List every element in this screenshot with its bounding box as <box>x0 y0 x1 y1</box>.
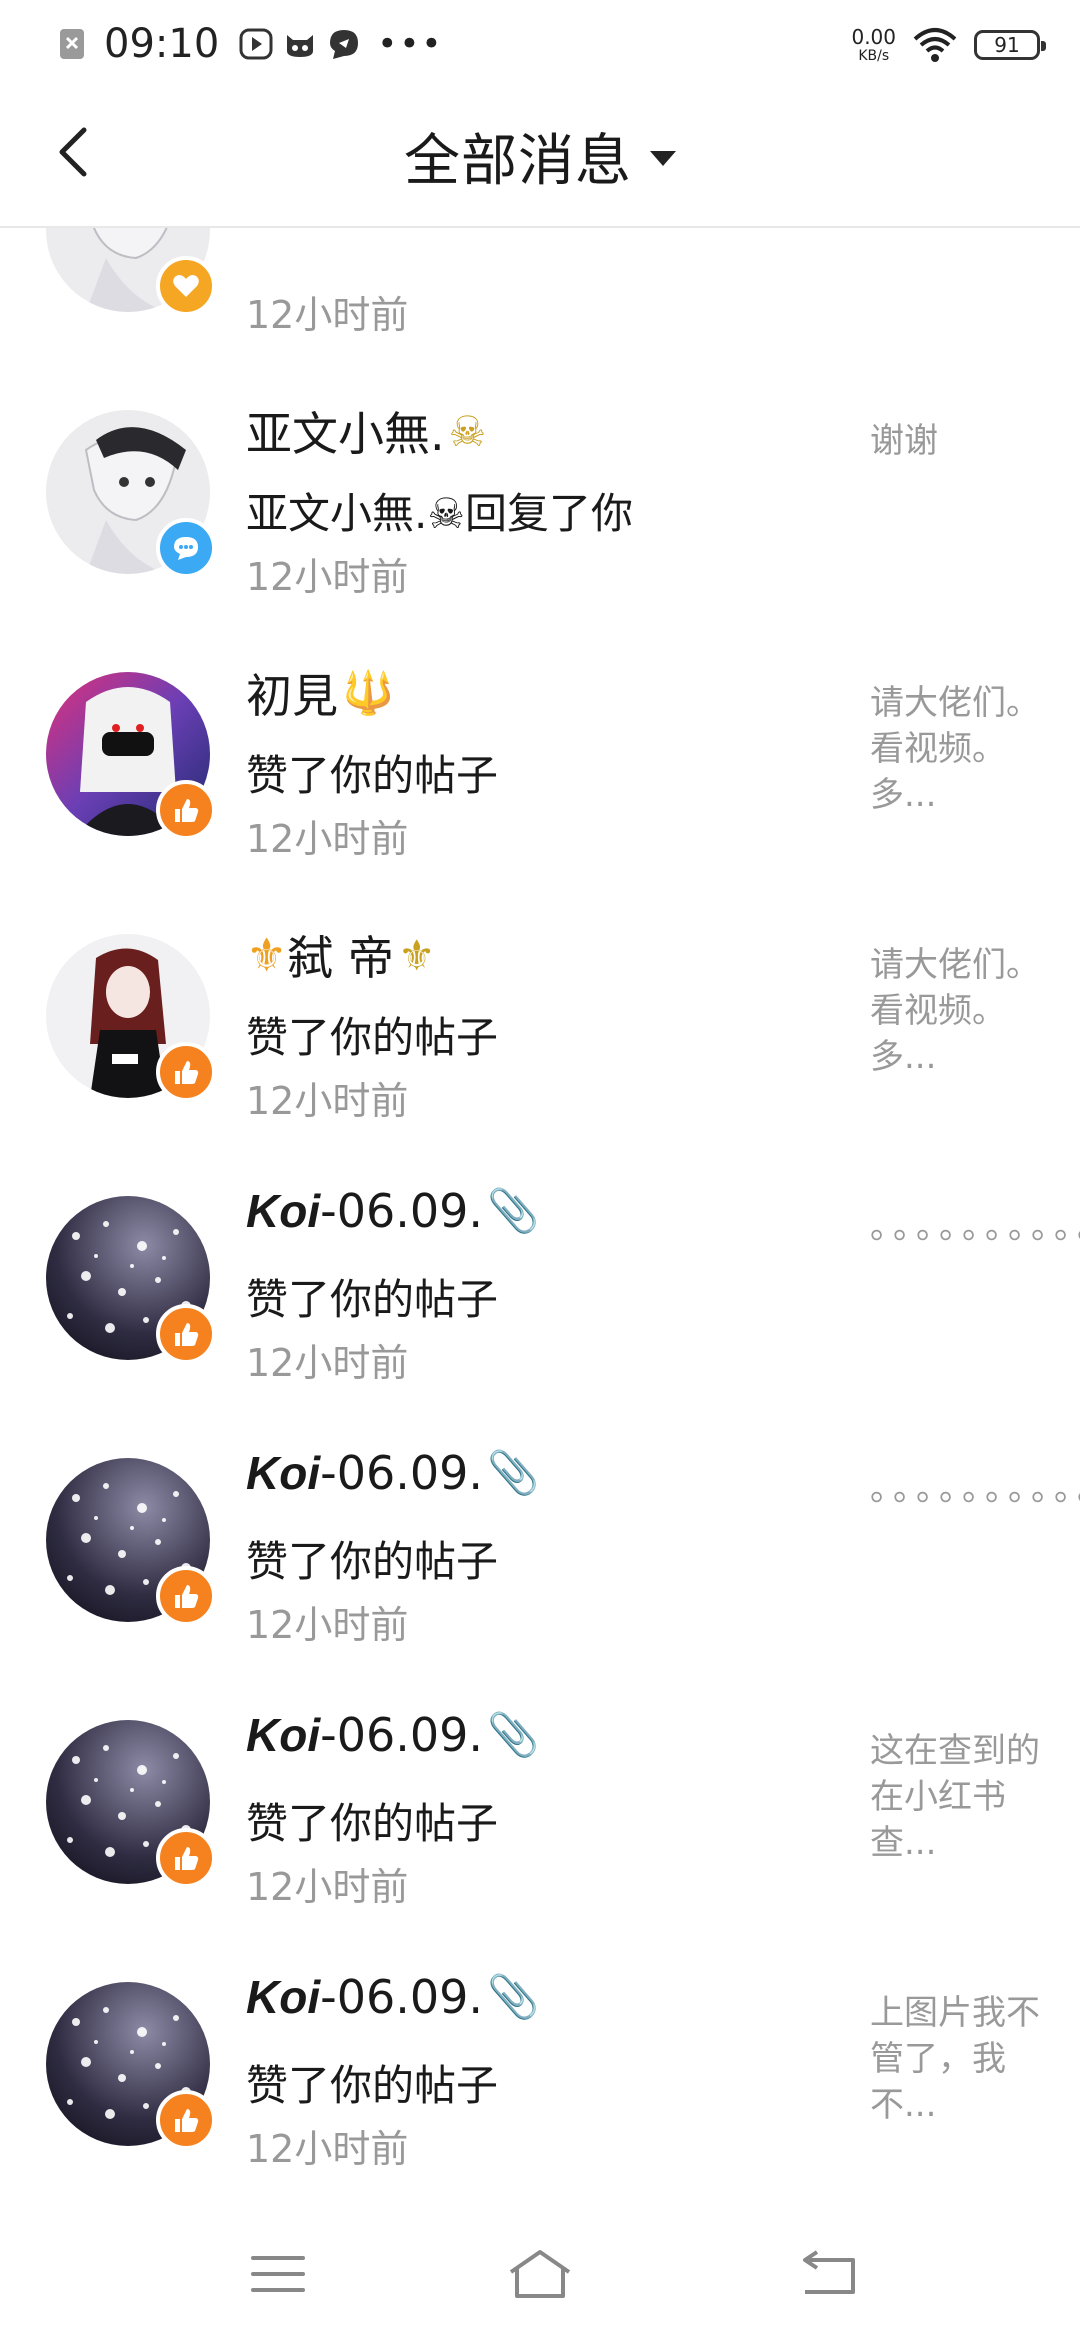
message-time: 12小时前 <box>246 2127 409 2171</box>
like-badge-icon <box>156 2090 216 2150</box>
status-bar: 09:10 ••• 0.00 KB/s 91 <box>0 0 1080 86</box>
message-item[interactable]: ⚜ 弑 帝 ⚜ 赞了你的帖子 12小时前 请大佬们。看视频。多... <box>0 892 1080 1154</box>
message-time: 12小时前 <box>246 1603 409 1647</box>
username-bold: Koi <box>246 1971 321 2023</box>
name-emoji: 🔱 <box>342 668 395 717</box>
message-list[interactable]: 亚文小無.☠关注了你12小时前亚文小無.☠亚文小無.☠回复了你12小时前谢谢初見… <box>0 226 1080 2206</box>
username: -06.09. <box>320 1970 484 2024</box>
message-time: 12小时前 <box>246 1865 409 1909</box>
like-badge-icon <box>156 1566 216 1626</box>
post-preview[interactable]: 。。。。。。。。。。... <box>870 1466 1080 1512</box>
follow-badge-icon <box>156 256 216 316</box>
cat-app-icon <box>287 35 314 57</box>
post-preview[interactable]: 。。。。。。。。。。... <box>870 1204 1080 1250</box>
username: 初見 <box>246 669 338 723</box>
message-item[interactable]: 亚文小無. ☠ 亚文小無.☠回复了你 12小时前 谢谢 <box>0 368 1080 630</box>
username: -06.09. <box>320 1708 484 1762</box>
message-time: 12小时前 <box>246 1341 409 1385</box>
message-item[interactable]: Koi -06.09. 📎 赞了你的帖子 12小时前 这在查到的在小红书查... <box>0 1678 1080 1940</box>
message-time: 12小时前 <box>246 555 409 599</box>
post-preview[interactable]: 谢谢 <box>870 418 1040 464</box>
post-preview[interactable]: 请大佬们。看视频。多... <box>870 942 1040 1080</box>
name-emoji: 📎 <box>487 1710 540 1759</box>
post-preview[interactable]: 请大佬们。看视频。多... <box>870 680 1040 818</box>
message-action: 赞了你的帖子 <box>246 1537 499 1586</box>
username-bold: Koi <box>246 1185 321 1237</box>
username-bold: Koi <box>246 1447 321 1499</box>
home-icon[interactable] <box>505 2246 575 2302</box>
message-item[interactable]: Koi -06.09. 📎 赞了你的帖子 12小时前 上图片我不管了，我不... <box>0 1940 1080 2202</box>
message-app-icon <box>330 30 359 59</box>
username: 亚文小無. <box>246 407 445 461</box>
message-username[interactable]: Koi -06.09. 📎 <box>246 1184 539 1238</box>
like-badge-icon <box>156 1828 216 1888</box>
close-notification-icon <box>60 29 84 59</box>
message-username[interactable]: Koi -06.09. 📎 <box>246 1970 539 2024</box>
message-item[interactable]: Koi-06.09.📎 赞了你的帖子 12小时前 。。。。。。。。。。... <box>0 1154 1080 1416</box>
message-action: 赞了你的帖子 <box>246 2061 499 2110</box>
back-nav-icon[interactable] <box>795 2246 865 2302</box>
message-time: 12小时前 <box>246 817 409 861</box>
status-time: 09:10 <box>104 21 220 67</box>
name-prefix-emoji: ⚜ <box>246 928 288 982</box>
username: -06.09. <box>320 1446 484 1500</box>
message-action: 赞了你的帖子 <box>246 1013 499 1062</box>
message-username[interactable]: Koi -06.09. 📎 <box>246 1446 539 1500</box>
name-emoji: ⚜ <box>397 930 436 980</box>
message-action: 赞了你的帖子 <box>246 751 499 800</box>
like-badge-icon <box>156 1304 216 1364</box>
message-action: 赞了你的帖子 <box>246 1275 499 1324</box>
message-username[interactable]: ⚜ 弑 帝 ⚜ <box>246 922 436 988</box>
comment-badge-icon <box>156 518 216 578</box>
more-notifications-icon: ••• <box>377 24 444 64</box>
post-preview[interactable]: 上图片我不管了，我不... <box>870 1990 1040 2128</box>
like-badge-icon <box>156 1042 216 1102</box>
message-item[interactable]: 初見 🔱 赞了你的帖子 12小时前 请大佬们。看视频。多... <box>0 630 1080 892</box>
message-action: 亚文小無.☠回复了你 <box>246 489 634 538</box>
net-speed-value: 0.00 <box>851 25 896 49</box>
header: 全部消息 <box>0 86 1080 228</box>
like-badge-icon <box>156 780 216 840</box>
username-bold: Koi <box>246 1709 321 1761</box>
name-emoji: 📎 <box>487 1972 540 2021</box>
name-emoji: 📎 <box>487 1448 540 1497</box>
system-nav-bar <box>0 2206 1080 2340</box>
name-emoji: 📎 <box>487 1186 540 1235</box>
status-bar-left: 09:10 ••• <box>56 16 443 72</box>
message-username[interactable]: Koi -06.09. 📎 <box>246 1708 539 1762</box>
message-item[interactable]: Koi-06.09.📎 赞了你的帖子 12小时前 。。。。。。。。。。... <box>0 1416 1080 1678</box>
net-speed: 0.00 KB/s <box>851 27 896 63</box>
video-app-icon <box>239 28 273 60</box>
message-item[interactable]: 亚文小無.☠关注了你12小时前 <box>0 226 1080 368</box>
message-time: 12小时前 <box>246 293 409 337</box>
page-title: 全部消息 <box>404 128 632 194</box>
username: 弑 帝 <box>287 931 394 985</box>
message-username[interactable]: 初見 🔱 <box>246 660 394 726</box>
message-time: 12小时前 <box>246 1079 409 1123</box>
net-speed-unit: KB/s <box>858 48 890 64</box>
name-emoji: ☠ <box>448 406 487 456</box>
message-username[interactable]: 亚文小無. ☠ <box>246 398 486 464</box>
wifi-icon <box>913 28 957 62</box>
battery-level: 91 <box>994 33 1020 57</box>
post-preview[interactable]: 这在查到的在小红书查... <box>870 1728 1040 1866</box>
username: -06.09. <box>320 1184 484 1238</box>
message-action: 赞了你的帖子 <box>246 1799 499 1848</box>
title-filter-dropdown[interactable]: 全部消息 <box>0 120 1080 194</box>
menu-icon[interactable] <box>243 2246 313 2302</box>
status-bar-right: 0.00 KB/s 91 <box>851 18 1046 72</box>
chevron-down-icon <box>650 150 676 166</box>
battery-icon: 91 <box>974 30 1046 60</box>
